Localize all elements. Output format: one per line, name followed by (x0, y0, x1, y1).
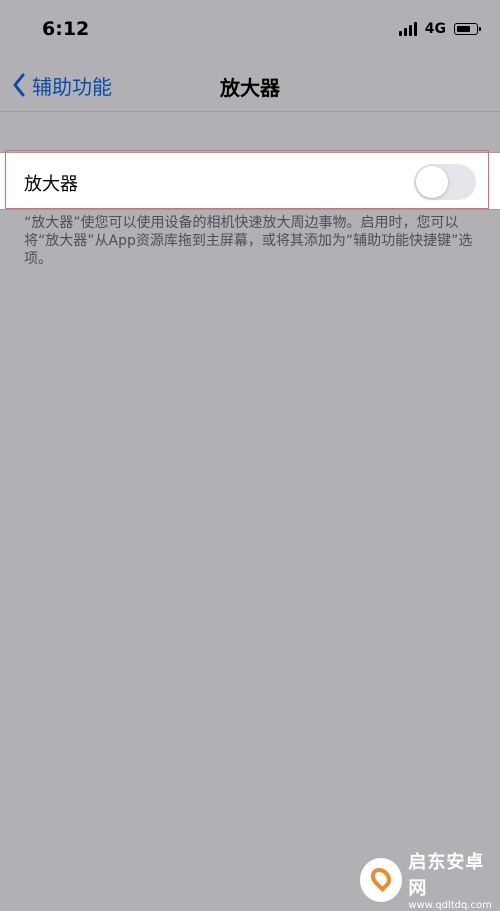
watermark: 启东安卓网 www.qdltdq.com (360, 848, 500, 911)
setting-description: “放大器”使您可以使用设备的相机快速放大周边事物。启用时，您可以将“放大器”从A… (24, 215, 473, 267)
watermark-logo-icon (360, 857, 403, 902)
network-type: 4G (424, 21, 446, 37)
magnifier-toggle[interactable] (414, 164, 476, 200)
status-bar: 6:12 4G (0, 0, 500, 60)
watermark-text: 启东安卓网 www.qdltdq.com (408, 848, 500, 911)
cellular-signal-icon (398, 22, 417, 36)
watermark-url: www.qdltdq.com (408, 900, 492, 911)
navigation-bar: 辅助功能 放大器 (0, 60, 500, 112)
battery-icon (454, 23, 481, 35)
status-indicators: 4G (398, 21, 481, 37)
magnifier-setting-label: 放大器 (24, 174, 78, 195)
watermark-name: 启东安卓网 (408, 852, 485, 899)
toggle-knob (416, 166, 448, 198)
page-title: 放大器 (220, 76, 280, 100)
status-time: 6:12 (42, 18, 90, 40)
magnifier-setting-row: 放大器 (0, 152, 500, 210)
